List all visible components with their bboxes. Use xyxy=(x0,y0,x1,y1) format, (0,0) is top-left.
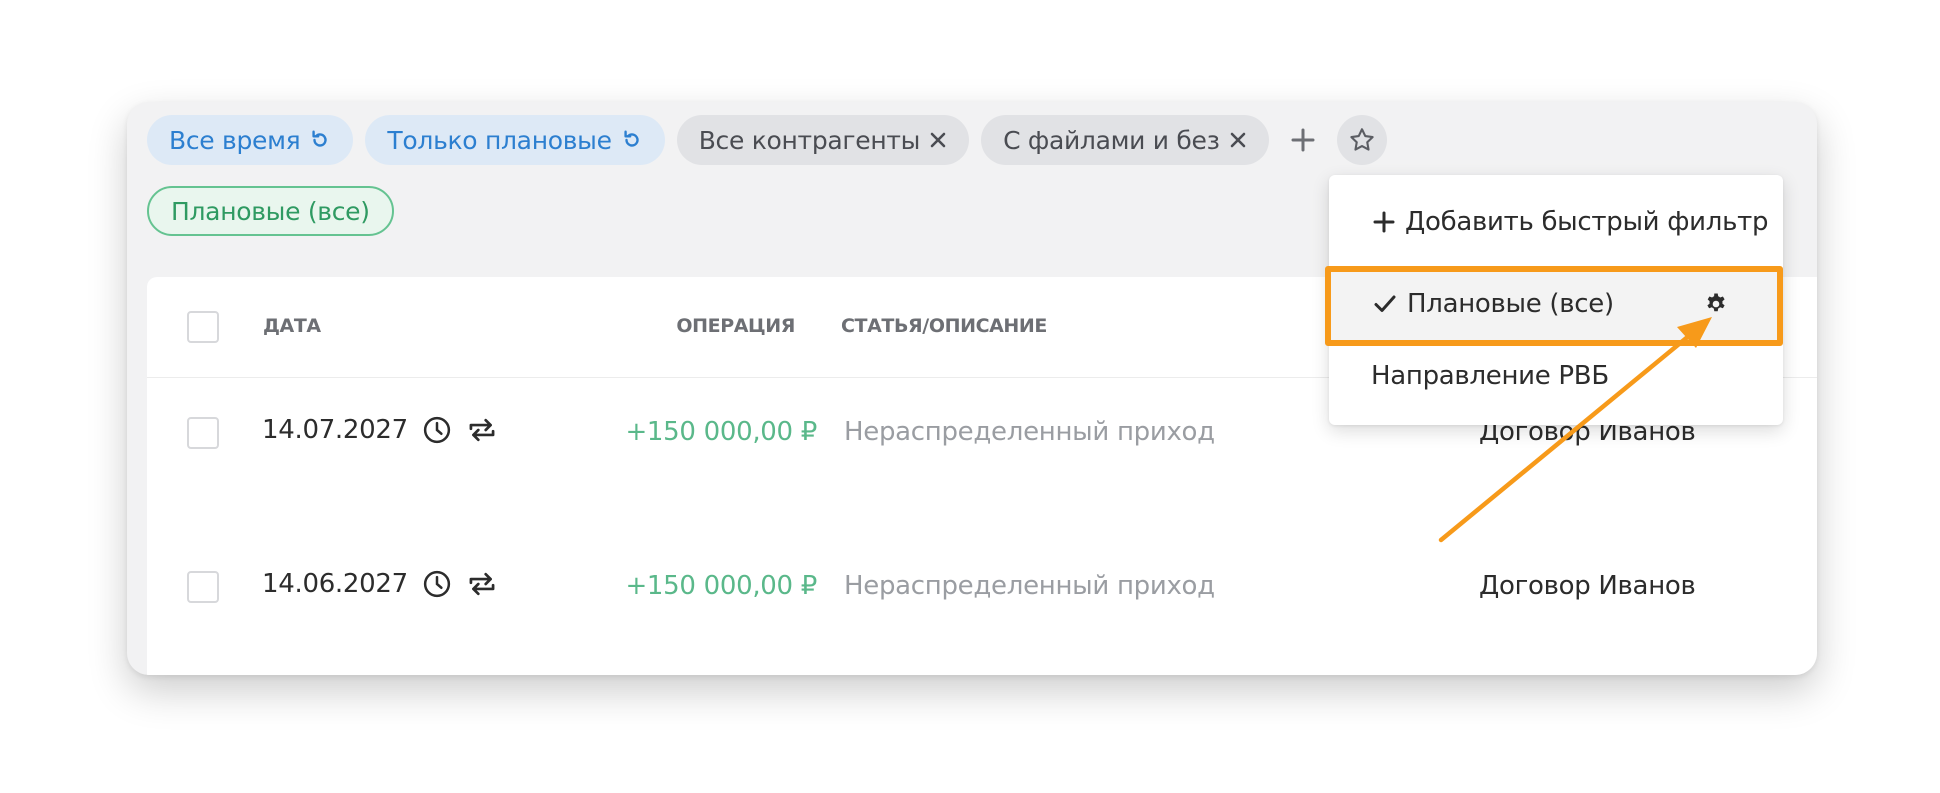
column-header-description[interactable]: СТАТЬЯ/ОПИСАНИЕ xyxy=(841,315,1047,337)
add-quick-filter-item[interactable]: Добавить быстрый фильтр xyxy=(1329,186,1783,258)
row-checkbox[interactable] xyxy=(187,571,219,603)
add-quick-filter-label: Добавить быстрый фильтр xyxy=(1405,207,1769,237)
row-date-text: 14.06.2027 xyxy=(262,569,408,599)
filter-chip-label: Только плановые xyxy=(387,125,612,155)
plus-icon xyxy=(1373,211,1395,233)
saved-filter-label: Плановые (все) xyxy=(171,196,370,226)
row-contract: Договор Иванов xyxy=(1479,571,1696,601)
row-amount: +150 000,00 ₽ xyxy=(625,417,817,447)
row-date: 14.06.2027 xyxy=(262,569,498,599)
clock-icon xyxy=(423,570,450,598)
filter-chip-files[interactable]: С файлами и без xyxy=(981,115,1269,165)
table-row[interactable]: 14.06.2027 +150 000,00 ₽ Нераспределенны… xyxy=(147,531,1817,671)
repeat-icon xyxy=(469,572,495,596)
column-header-operation[interactable]: ОПЕРАЦИЯ xyxy=(676,315,795,337)
favorite-filters-button[interactable] xyxy=(1336,115,1387,165)
filter-chip-plan-type[interactable]: Только плановые xyxy=(365,115,665,165)
close-icon[interactable] xyxy=(1229,131,1247,149)
row-date-text: 14.07.2027 xyxy=(262,415,408,445)
repeat-icon xyxy=(469,418,495,442)
column-header-date[interactable]: ДАТА xyxy=(263,315,321,337)
close-icon[interactable] xyxy=(929,131,947,149)
filter-chip-label: Все время xyxy=(169,125,301,155)
filter-chip-period[interactable]: Все время xyxy=(147,115,354,165)
add-filter-button[interactable] xyxy=(1281,115,1325,165)
filter-chip-label: Все контрагенты xyxy=(698,125,921,155)
filter-bar: Все время Только плановые Все контрагент… xyxy=(147,114,1387,166)
reset-icon[interactable] xyxy=(309,129,331,151)
select-all-checkbox[interactable] xyxy=(187,311,219,343)
menu-item-label: Направление РВБ xyxy=(1371,361,1609,391)
row-amount: +150 000,00 ₽ xyxy=(625,571,817,601)
row-description: Нераспределенный приход xyxy=(844,417,1215,447)
clock-icon xyxy=(423,416,450,444)
star-icon xyxy=(1349,128,1374,151)
saved-filter-chip[interactable]: Плановые (все) xyxy=(147,186,394,236)
reset-icon[interactable] xyxy=(621,129,643,151)
row-checkbox[interactable] xyxy=(187,417,219,449)
plus-icon xyxy=(1291,128,1315,152)
row-description: Нераспределенный приход xyxy=(844,571,1215,601)
menu-item-direction-rvb[interactable]: Направление РВБ xyxy=(1329,340,1783,412)
highlight-box xyxy=(1325,266,1783,346)
filter-chip-contractors[interactable]: Все контрагенты xyxy=(676,115,970,165)
filter-chip-label: С файлами и без xyxy=(1003,125,1220,155)
row-date: 14.07.2027 xyxy=(262,415,498,445)
